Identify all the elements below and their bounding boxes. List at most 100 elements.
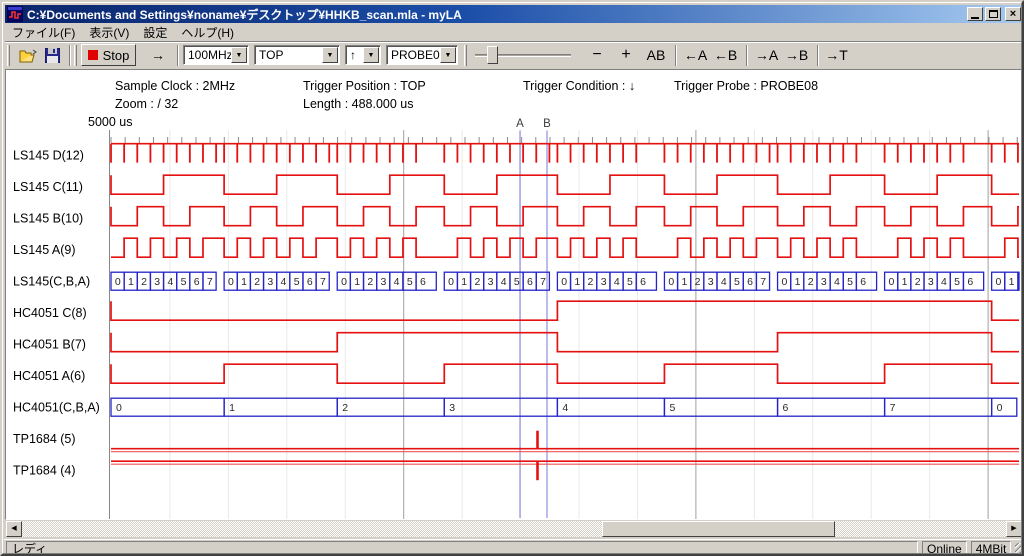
scrollbar-track[interactable] xyxy=(22,521,1006,537)
svg-text:1: 1 xyxy=(461,276,467,288)
waveform-plot: ABLS145 D(12)LS145 C(11)LS145 B(10)LS145… xyxy=(6,114,1022,519)
trigger-probe-combo[interactable]: PROBE00 ▼ xyxy=(386,45,458,65)
svg-text:6: 6 xyxy=(307,276,313,288)
stop-button[interactable]: Stop xyxy=(81,44,136,66)
svg-text:7: 7 xyxy=(207,276,213,288)
svg-text:5: 5 xyxy=(734,276,740,288)
floppy-disk-icon xyxy=(45,48,60,63)
scrollbar-thumb[interactable] xyxy=(602,521,835,537)
trigger-position-combo[interactable]: TOP ▼ xyxy=(254,45,340,65)
menu-view[interactable]: 表示(V) xyxy=(82,25,136,41)
horizontal-scrollbar[interactable]: ◀ ▶ xyxy=(5,521,1023,537)
menu-file[interactable]: ファイル(F) xyxy=(5,25,82,41)
waveform-client-area: Sample Clock : 2MHz Trigger Position : T… xyxy=(5,69,1023,520)
info-trigger-position: Trigger Position : TOP xyxy=(303,79,426,93)
svg-text:0: 0 xyxy=(115,276,121,288)
scroll-left-button[interactable]: ◀ xyxy=(6,521,22,537)
svg-text:4: 4 xyxy=(941,276,947,288)
channel-slow-bus: 012345670 xyxy=(111,398,1017,416)
app-icon xyxy=(7,6,23,22)
sample-rate-combo[interactable]: 100MHz ▼ xyxy=(183,45,249,65)
svg-text:3: 3 xyxy=(928,276,934,288)
open-file-button[interactable] xyxy=(17,45,39,66)
info-sample-clock: Sample Clock : 2MHz xyxy=(115,79,235,93)
svg-text:2: 2 xyxy=(254,276,260,288)
resize-grip[interactable] xyxy=(1015,543,1024,556)
svg-text:2: 2 xyxy=(808,276,814,288)
svg-text:1: 1 xyxy=(1009,276,1015,288)
zoom-slider-thumb[interactable] xyxy=(487,46,498,64)
svg-text:1: 1 xyxy=(229,402,235,414)
svg-text:3: 3 xyxy=(488,276,494,288)
svg-text:3: 3 xyxy=(601,276,607,288)
dropdown-arrow-icon[interactable]: ▼ xyxy=(322,47,338,63)
app-window: C:¥Documents and Settings¥noname¥デスクトップ¥… xyxy=(0,0,1024,556)
run-button[interactable]: → xyxy=(143,45,173,65)
svg-text:2: 2 xyxy=(695,276,701,288)
dropdown-arrow-icon[interactable]: ▼ xyxy=(231,47,247,63)
cursor-a-label: A xyxy=(516,118,524,130)
minimize-icon xyxy=(971,17,979,19)
close-button[interactable]: × xyxy=(1005,7,1021,21)
svg-text:5: 5 xyxy=(407,276,413,288)
title-bar[interactable]: C:¥Documents and Settings¥noname¥デスクトップ¥… xyxy=(5,5,1023,23)
svg-text:5: 5 xyxy=(181,276,187,288)
toolbar-separator xyxy=(69,45,71,66)
dropdown-arrow-icon[interactable]: ▼ xyxy=(363,47,379,63)
svg-text:1: 1 xyxy=(241,276,247,288)
svg-text:4: 4 xyxy=(614,276,620,288)
info-trigger-probe: Trigger Probe : PROBE08 xyxy=(674,79,818,93)
jump-fwd-a-button[interactable]: →A xyxy=(753,45,780,65)
trigger-edge-combo[interactable]: ↑ ▼ xyxy=(345,45,381,65)
svg-text:1: 1 xyxy=(128,276,134,288)
svg-text:1: 1 xyxy=(795,276,801,288)
zoom-in-button[interactable]: + xyxy=(615,45,637,65)
svg-text:5: 5 xyxy=(669,402,675,414)
channel-slow-bit xyxy=(111,364,1019,383)
zoom-out-button[interactable]: − xyxy=(587,45,607,65)
channel-fast-bus: 0123456701234567012345601234567012345601… xyxy=(111,272,1019,290)
toolbar-grip[interactable] xyxy=(7,45,10,66)
channel-label: TP1684 (5) xyxy=(13,432,76,446)
svg-text:0: 0 xyxy=(116,402,122,414)
svg-text:4: 4 xyxy=(394,276,400,288)
menu-bar: ファイル(F) 表示(V) 設定 ヘルプ(H) xyxy=(5,24,1023,41)
channel-label: HC4051 A(6) xyxy=(13,369,85,383)
zoom-ab-button[interactable]: AB xyxy=(643,45,669,65)
trigger-edge-value: ↑ xyxy=(350,48,356,63)
toolbar-grip[interactable] xyxy=(464,45,467,66)
cursor-b-label: B xyxy=(543,118,551,130)
jump-back-b-button[interactable]: ←B xyxy=(712,45,739,65)
svg-text:2: 2 xyxy=(915,276,921,288)
svg-text:3: 3 xyxy=(267,276,273,288)
svg-text:5: 5 xyxy=(294,276,300,288)
svg-text:0: 0 xyxy=(341,276,347,288)
save-button[interactable] xyxy=(41,45,63,66)
channel-slow-bit xyxy=(111,333,1019,352)
svg-text:1: 1 xyxy=(574,276,580,288)
menu-settings[interactable]: 設定 xyxy=(136,25,174,41)
channel-label: HC4051(C,B,A) xyxy=(13,401,100,415)
svg-text:6: 6 xyxy=(527,276,533,288)
jump-fwd-b-button[interactable]: →B xyxy=(783,45,810,65)
minimize-button[interactable] xyxy=(967,7,983,21)
jump-trigger-button[interactable]: →T xyxy=(823,45,850,65)
svg-text:6: 6 xyxy=(640,276,646,288)
status-bar: レディ Online 4MBit xyxy=(4,539,1024,556)
toolbar-grip[interactable] xyxy=(74,45,77,66)
channel-label: HC4051 B(7) xyxy=(13,338,86,352)
maximize-button[interactable] xyxy=(985,7,1001,21)
jump-back-a-button[interactable]: ←A xyxy=(682,45,709,65)
window-title: C:¥Documents and Settings¥noname¥デスクトップ¥… xyxy=(27,6,965,23)
svg-text:6: 6 xyxy=(420,276,426,288)
zoom-slider[interactable] xyxy=(473,45,573,65)
stop-icon xyxy=(88,50,98,60)
dropdown-arrow-icon[interactable]: ▼ xyxy=(440,47,456,63)
svg-text:1: 1 xyxy=(681,276,687,288)
menu-help[interactable]: ヘルプ(H) xyxy=(174,25,241,41)
close-icon: × xyxy=(1010,9,1016,19)
svg-text:6: 6 xyxy=(747,276,753,288)
scroll-right-button[interactable]: ▶ xyxy=(1006,521,1022,537)
svg-text:1: 1 xyxy=(902,276,908,288)
status-ready-text: レディ xyxy=(6,541,918,556)
